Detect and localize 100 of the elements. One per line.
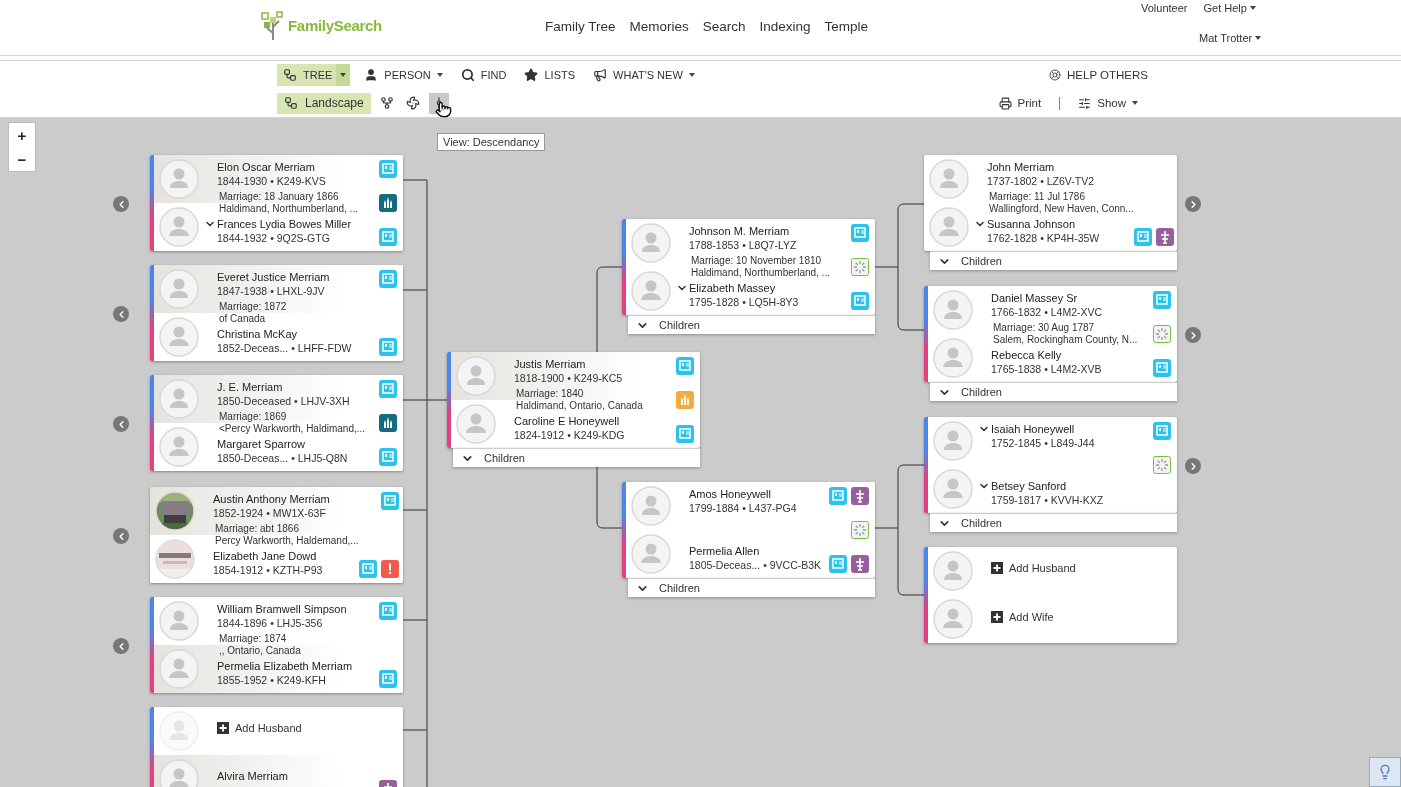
- ordinance-icon[interactable]: [1153, 456, 1171, 474]
- ordinance-icon[interactable]: [851, 258, 869, 276]
- person-name[interactable]: Daniel Massey Sr: [991, 291, 1078, 305]
- tree-icon[interactable]: [1155, 228, 1174, 246]
- person-name[interactable]: Christina McKay: [217, 327, 298, 341]
- children-toggle[interactable]: Children: [930, 382, 1177, 401]
- nav-link[interactable]: Family Tree: [545, 19, 616, 34]
- toolbar-tab[interactable]: FIND: [454, 64, 513, 86]
- feedback-button[interactable]: [1369, 757, 1401, 787]
- person-avatar: [159, 601, 199, 641]
- person-name[interactable]: Caroline E Honeywell: [514, 414, 620, 428]
- tree-icon[interactable]: [851, 487, 869, 505]
- person-name[interactable]: Johnson M. Merriam: [689, 224, 790, 238]
- left-arrow-button[interactable]: [113, 638, 129, 654]
- temple-icon[interactable]: [379, 194, 397, 212]
- record-icon[interactable]: [379, 670, 397, 688]
- header-link[interactable]: Volunteer: [1141, 1, 1188, 14]
- children-toggle[interactable]: Children: [930, 251, 1177, 270]
- person-name[interactable]: Everet Justice Merriam: [217, 270, 330, 284]
- left-arrow-button[interactable]: [113, 528, 129, 544]
- add-person-link[interactable]: Add Husband: [978, 562, 1076, 574]
- left-arrow-button[interactable]: [113, 196, 129, 212]
- left-arrow-button[interactable]: [113, 306, 129, 322]
- nav-link[interactable]: Indexing: [759, 19, 811, 34]
- person-avatar: [631, 486, 671, 526]
- record-icon[interactable]: [379, 448, 397, 466]
- person-name[interactable]: Permelia Allen: [689, 544, 760, 558]
- right-arrow-button[interactable]: [1185, 327, 1201, 343]
- person-name[interactable]: Betsey Sanford: [991, 479, 1067, 493]
- person-name[interactable]: Elizabeth Massey: [689, 281, 776, 295]
- record-icon[interactable]: [676, 357, 694, 375]
- person-avatar: [159, 427, 199, 467]
- right-arrow-button[interactable]: [1185, 196, 1201, 212]
- header-link[interactable]: Get Help: [1203, 1, 1256, 14]
- record-icon[interactable]: [379, 160, 397, 178]
- record-icon[interactable]: [380, 492, 399, 510]
- record-icon[interactable]: [358, 560, 377, 578]
- tree-icon[interactable]: [851, 555, 869, 573]
- children-toggle[interactable]: Children: [628, 315, 875, 334]
- toolbar-tab[interactable]: LISTS: [518, 64, 582, 86]
- view-button[interactable]: Landscape: [277, 92, 371, 114]
- person-dates: 1852-1924 • MW1X-63F: [212, 506, 327, 520]
- nav-link[interactable]: Temple: [824, 19, 869, 34]
- person-name[interactable]: Justis Merriam: [514, 357, 586, 371]
- children-toggle[interactable]: Children: [930, 513, 1177, 532]
- person-name[interactable]: Susanna Johnson: [987, 217, 1076, 231]
- ordinance-icon[interactable]: [1153, 325, 1171, 343]
- star-icon: [524, 68, 539, 82]
- person-name[interactable]: Elizabeth Jane Dowd: [213, 549, 317, 563]
- record-icon[interactable]: [379, 380, 397, 398]
- record-icon[interactable]: [1133, 228, 1152, 246]
- record-icon[interactable]: [379, 602, 397, 620]
- record-icon[interactable]: [379, 228, 397, 246]
- right-arrow-button[interactable]: [1185, 458, 1201, 474]
- person-name[interactable]: Margaret Sparrow: [217, 437, 306, 451]
- person-avatar: [159, 379, 199, 419]
- children-toggle[interactable]: Children: [453, 448, 700, 467]
- person-name[interactable]: J. E. Merriam: [217, 380, 283, 394]
- person-name[interactable]: Isaiah Honeywell: [991, 422, 1075, 436]
- record-icon[interactable]: [676, 425, 694, 443]
- record-icon[interactable]: [851, 292, 869, 310]
- person-name[interactable]: William Bramwell Simpson: [217, 602, 347, 616]
- left-arrow-button[interactable]: [113, 416, 129, 432]
- person-name[interactable]: John Merriam: [987, 160, 1055, 174]
- record-icon[interactable]: [379, 338, 397, 356]
- person-name[interactable]: Alvira Merriam: [217, 769, 288, 783]
- record-icon[interactable]: [1153, 359, 1171, 377]
- person-name[interactable]: Elon Oscar Merriam: [217, 160, 315, 174]
- person-name[interactable]: Rebecca Kelly: [991, 348, 1062, 362]
- person-avatar: [456, 356, 496, 396]
- person-name[interactable]: Permelia Elizabeth Merriam: [217, 659, 353, 673]
- record-icon[interactable]: [829, 487, 847, 505]
- alert-icon[interactable]: [380, 560, 399, 578]
- show-menu[interactable]: Show: [1072, 96, 1144, 110]
- nav-link[interactable]: Memories: [629, 19, 689, 34]
- person-name[interactable]: Austin Anthony Merriam: [213, 492, 330, 506]
- help-others-link[interactable]: HELP OTHERS: [1043, 69, 1154, 81]
- record-icon[interactable]: [1153, 422, 1171, 440]
- add-person-link[interactable]: Add Husband: [204, 722, 302, 734]
- person-name[interactable]: Frances Lydia Bowes Miller: [217, 217, 352, 231]
- dropdown-button[interactable]: [336, 64, 351, 86]
- toolbar-tab[interactable]: PERSON: [358, 64, 449, 86]
- person-name[interactable]: Amos Honeywell: [689, 487, 771, 501]
- person-dates: 1854-1912 • KZTH-P93: [212, 563, 324, 577]
- add-person-link[interactable]: Add Wife: [978, 611, 1054, 623]
- person-avatar: [159, 711, 199, 751]
- person-icon: [364, 68, 379, 82]
- children-toggle[interactable]: Children: [628, 578, 875, 597]
- record-icon[interactable]: [829, 555, 847, 573]
- ordinance-icon[interactable]: [851, 521, 869, 539]
- toolbar-tab[interactable]: TREE: [277, 64, 339, 86]
- toolbar-tab[interactable]: WHAT'S NEW: [587, 64, 701, 86]
- print-link[interactable]: Print: [992, 96, 1048, 110]
- record-icon[interactable]: [1153, 291, 1171, 309]
- record-icon[interactable]: [851, 224, 869, 242]
- record-icon[interactable]: [379, 270, 397, 288]
- person-avatar: [631, 271, 671, 311]
- user-menu[interactable]: Mat Trotter: [1199, 31, 1262, 44]
- nav-link[interactable]: Search: [702, 19, 746, 34]
- temple-icon[interactable]: [379, 414, 397, 432]
